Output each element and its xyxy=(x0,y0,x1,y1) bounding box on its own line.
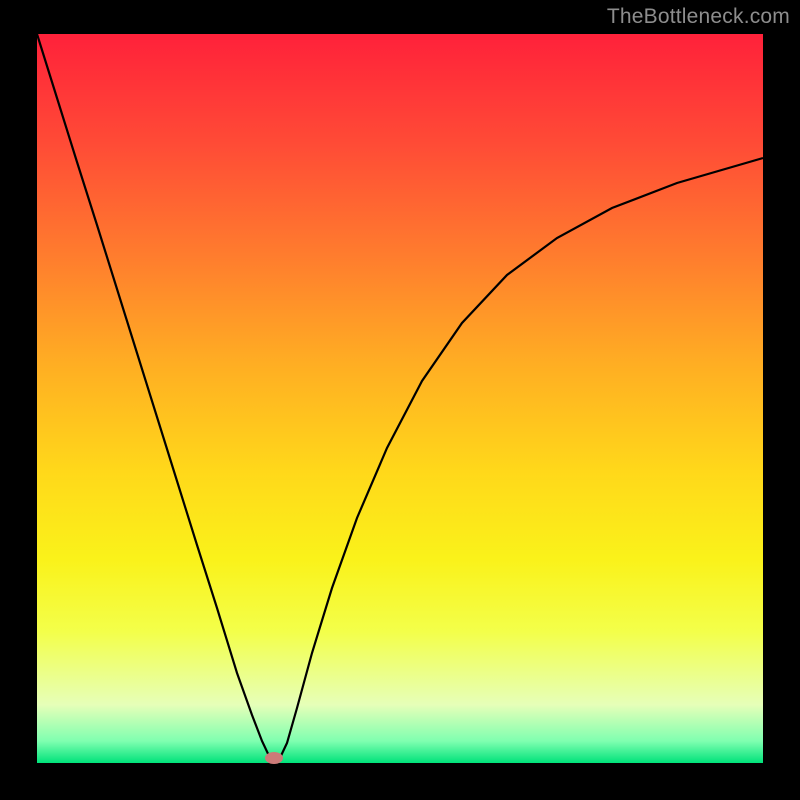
plot-area xyxy=(37,34,763,763)
bottleneck-curve xyxy=(37,34,763,763)
minimum-marker xyxy=(265,752,283,764)
chart-frame: TheBottleneck.com xyxy=(0,0,800,800)
curve-path xyxy=(37,34,763,763)
watermark-text: TheBottleneck.com xyxy=(607,5,790,29)
